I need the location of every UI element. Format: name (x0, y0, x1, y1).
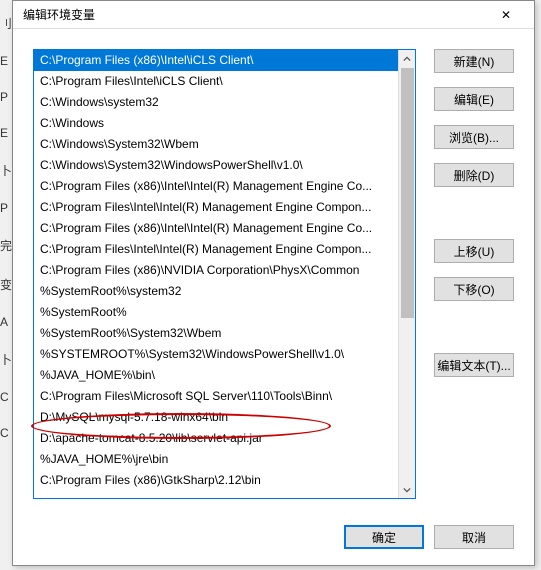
movedown-button[interactable]: 下移(O) (434, 277, 514, 301)
list-item[interactable]: D:\MySQL\mysql-5.7.18-winx64\bin (34, 407, 398, 428)
list-inner: C:\Program Files (x86)\Intel\iCLS Client… (34, 50, 398, 498)
list-item[interactable]: D:\apache-tomcat-8.5.20\lib\servlet-api.… (34, 428, 398, 449)
edit-button[interactable]: 编辑(E) (434, 87, 514, 111)
scroll-thumb[interactable] (401, 68, 414, 318)
browse-button[interactable]: 浏览(B)... (434, 125, 514, 149)
scrollbar[interactable] (398, 50, 415, 498)
edit-env-var-dialog: 编辑环境变量 ✕ C:\Program Files (x86)\Intel\iC… (12, 0, 535, 566)
list-item[interactable]: C:\Program Files (x86)\Intel\iCLS Client… (34, 50, 398, 71)
list-item[interactable]: C:\Program Files (x86)\Intel\Intel(R) Ma… (34, 218, 398, 239)
ok-button[interactable]: 确定 (344, 525, 424, 549)
list-item[interactable]: C:\Program Files (x86)\Intel\Intel(R) Ma… (34, 176, 398, 197)
close-icon: ✕ (501, 8, 511, 22)
list-item[interactable]: %SystemRoot%\system32 (34, 281, 398, 302)
list-item[interactable]: C:\Windows\system32 (34, 92, 398, 113)
scroll-down-arrow-icon[interactable] (399, 481, 415, 498)
list-item[interactable]: C:\Program Files\Intel\Intel(R) Manageme… (34, 239, 398, 260)
list-item[interactable]: C:\Windows\System32\Wbem (34, 134, 398, 155)
list-item[interactable]: C:\Program Files\Intel\Intel(R) Manageme… (34, 197, 398, 218)
edittext-button[interactable]: 编辑文本(T)... (434, 353, 514, 377)
moveup-button[interactable]: 上移(U) (434, 239, 514, 263)
new-button[interactable]: 新建(N) (434, 49, 514, 73)
cancel-button[interactable]: 取消 (434, 525, 514, 549)
scroll-up-arrow-icon[interactable] (399, 50, 415, 67)
list-item[interactable]: %SYSTEMROOT%\System32\WindowsPowerShell\… (34, 344, 398, 365)
list-item[interactable]: %SystemRoot% (34, 302, 398, 323)
footer-buttons: 确定 取消 (344, 525, 514, 549)
close-button[interactable]: ✕ (486, 2, 526, 28)
dialog-title: 编辑环境变量 (23, 6, 95, 23)
content-area: C:\Program Files (x86)\Intel\iCLS Client… (33, 49, 514, 505)
delete-button[interactable]: 删除(D) (434, 163, 514, 187)
list-item[interactable]: C:\Windows\System32\WindowsPowerShell\v1… (34, 155, 398, 176)
titlebar: 编辑环境变量 ✕ (13, 1, 534, 29)
list-item[interactable]: C:\Program Files (x86)\GtkSharp\2.12\bin (34, 470, 398, 491)
list-item[interactable]: %SystemRoot%\System32\Wbem (34, 323, 398, 344)
list-item[interactable]: C:\Program Files (x86)\NVIDIA Corporatio… (34, 260, 398, 281)
list-item[interactable]: %JAVA_HOME%\jre\bin (34, 449, 398, 470)
list-item[interactable]: C:\Program Files\Microsoft SQL Server\11… (34, 386, 398, 407)
path-listbox[interactable]: C:\Program Files (x86)\Intel\iCLS Client… (33, 49, 416, 499)
button-column: 新建(N) 编辑(E) 浏览(B)... 删除(D) 上移(U) 下移(O) 编… (434, 49, 514, 505)
list-item[interactable]: %JAVA_HOME%\bin\ (34, 365, 398, 386)
list-item[interactable]: C:\Program Files\Intel\iCLS Client\ (34, 71, 398, 92)
list-item[interactable]: C:\Windows (34, 113, 398, 134)
